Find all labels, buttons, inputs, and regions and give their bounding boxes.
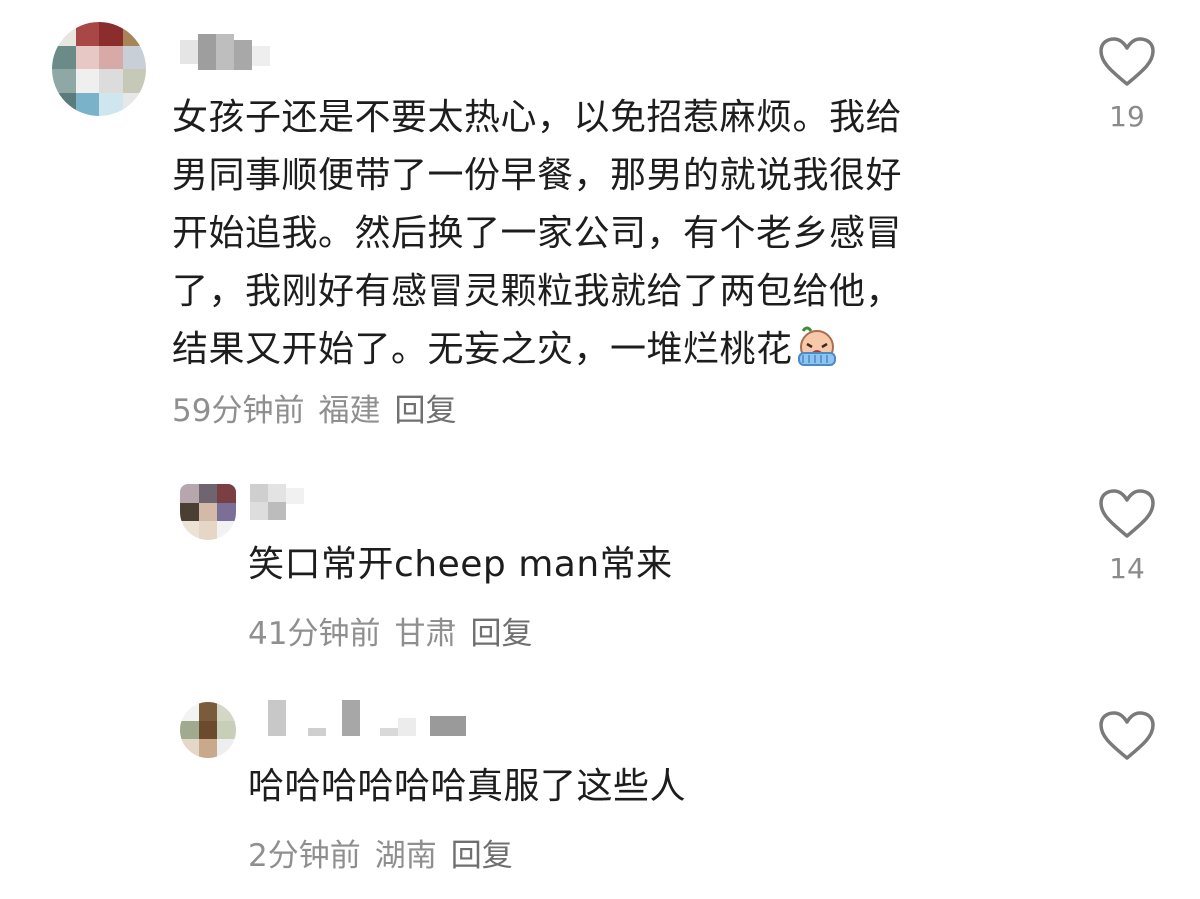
avatar[interactable] bbox=[180, 702, 236, 758]
like-button[interactable] bbox=[1092, 710, 1162, 774]
like-count: 19 bbox=[1109, 100, 1145, 133]
comment-location: 甘肃 bbox=[394, 616, 457, 652]
heart-outline-icon bbox=[1099, 489, 1155, 538]
comment-text: 女孩子还是不要太热心，以免招惹麻烦。我给 男同事顺便带了一份早餐，那男的就说我很… bbox=[172, 97, 903, 370]
comment-meta: 59分钟前 福建 回复 bbox=[172, 385, 470, 430]
comment-location: 福建 bbox=[318, 393, 381, 429]
comment-time: 41分钟前 bbox=[248, 616, 381, 652]
heart-outline-icon bbox=[1099, 37, 1155, 86]
avatar[interactable] bbox=[180, 484, 236, 540]
comment-meta: 41分钟前 甘肃 回复 bbox=[248, 608, 546, 653]
comment-text: 哈哈哈哈哈哈真服了这些人 bbox=[248, 766, 687, 807]
avatar[interactable] bbox=[52, 22, 146, 116]
crying-face-emoji bbox=[797, 326, 836, 366]
heart-outline-icon bbox=[1099, 711, 1155, 760]
comment-time: 59分钟前 bbox=[172, 393, 305, 429]
comment-location: 湖南 bbox=[374, 838, 437, 874]
comment-meta: 2分钟前 湖南 回复 bbox=[248, 830, 527, 875]
username-blurred[interactable] bbox=[250, 484, 310, 520]
reply-button[interactable]: 回复 bbox=[470, 616, 532, 652]
username-blurred[interactable] bbox=[180, 34, 272, 70]
reply-button[interactable]: 回复 bbox=[394, 393, 456, 429]
comment-time: 2分钟前 bbox=[248, 838, 361, 874]
reply-button[interactable]: 回复 bbox=[451, 838, 513, 874]
like-count: 14 bbox=[1109, 552, 1145, 585]
username-blurred[interactable] bbox=[268, 700, 468, 736]
comment-text: 笑口常开cheep man常来 bbox=[248, 544, 673, 585]
like-button[interactable]: 14 bbox=[1092, 488, 1162, 585]
like-button[interactable]: 19 bbox=[1092, 36, 1162, 133]
